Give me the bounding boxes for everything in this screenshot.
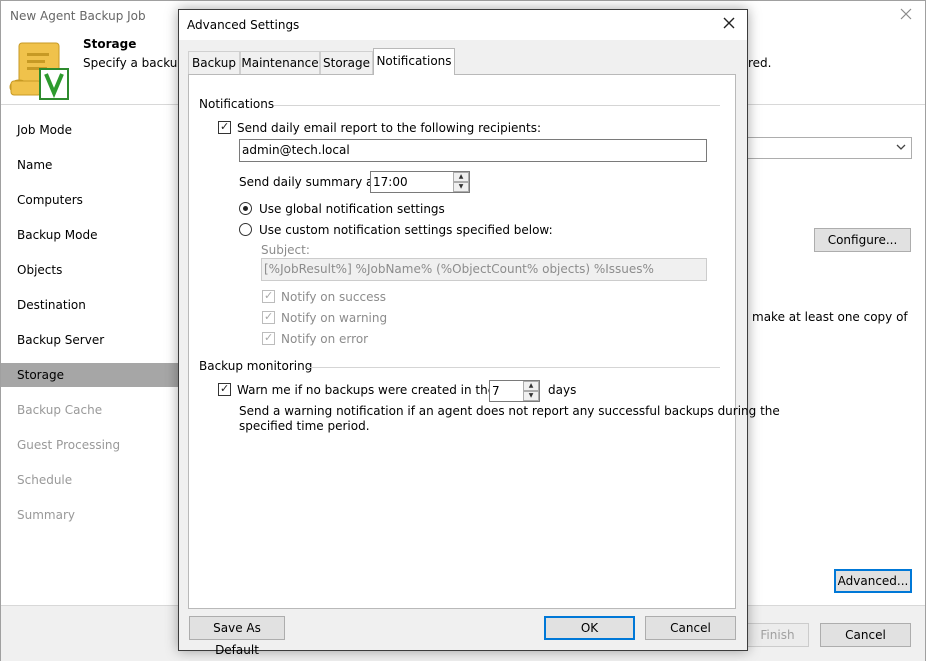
notify-error-label: Notify on error: [281, 332, 369, 346]
wizard-close-icon[interactable]: [899, 6, 915, 22]
tab-backup[interactable]: Backup: [188, 51, 240, 74]
notifications-group-label: Notifications: [199, 97, 275, 111]
spin-up-icon[interactable]: ▲: [523, 381, 539, 391]
sidebar-item-guest-processing[interactable]: Guest Processing: [1, 433, 179, 457]
step-description-tail: red.: [748, 56, 772, 70]
checkmark-icon: ✓: [264, 310, 274, 323]
sidebar-item-backup-mode[interactable]: Backup Mode: [1, 223, 179, 247]
spin-up-icon[interactable]: ▲: [453, 172, 469, 182]
tab-maintenance[interactable]: Maintenance: [240, 51, 320, 74]
save-as-default-button[interactable]: Save As Default: [189, 616, 285, 657]
sidebar-item-storage[interactable]: Storage: [1, 363, 179, 387]
dialog-close-icon[interactable]: [719, 14, 739, 34]
dialog-title: Advanced Settings: [187, 18, 300, 32]
sidebar-item-destination[interactable]: Destination: [1, 293, 179, 317]
wizard-sidebar: Job Mode Name Computers Backup Mode Objects D…: [1, 105, 179, 605]
step-title: Storage: [83, 37, 137, 51]
warn-days-value: 7: [492, 384, 500, 398]
advanced-settings-dialog: Advanced Settings Backup Maintenance Sto…: [178, 9, 780, 657]
notify-warning-label: Notify on warning: [281, 311, 388, 325]
dialog-titlebar: Advanced Settings: [179, 10, 747, 40]
dialog-cancel-button[interactable]: Cancel: [645, 616, 736, 640]
notifications-panel: Notifications ✓ Send daily email report …: [188, 74, 780, 609]
spin-down-icon[interactable]: ▼: [523, 391, 539, 401]
copy-info-text: make at least one copy of: [752, 310, 908, 324]
wizard-cancel-button[interactable]: Cancel: [820, 623, 911, 647]
warn-checkbox[interactable]: ✓: [218, 382, 231, 396]
storage-scroll-icon: [9, 41, 71, 101]
checkmark-icon: ✓: [264, 331, 274, 344]
tab-notifications[interactable]: Notifications: [373, 48, 455, 75]
sidebar-item-name[interactable]: Name: [1, 153, 179, 177]
finish-button[interactable]: Finish: [746, 623, 809, 647]
group-divider: [307, 367, 720, 368]
warn-description-line1: Send a warning notification if an agent …: [239, 404, 780, 418]
advanced-button[interactable]: Advanced...: [834, 569, 912, 593]
checkmark-icon: ✓: [220, 120, 230, 133]
wizard-title: New Agent Backup Job: [10, 9, 146, 23]
notify-success-checkbox[interactable]: ✓: [262, 289, 275, 303]
use-global-label: Use global notification settings: [259, 202, 445, 216]
summary-time-spinner[interactable]: 17:00 ▲ ▼: [370, 171, 470, 193]
checkmark-icon: ✓: [264, 289, 274, 302]
group-divider: [274, 105, 720, 106]
warn-label: Warn me if no backups were created in th…: [237, 383, 521, 397]
sidebar-item-job-mode[interactable]: Job Mode: [1, 118, 179, 142]
configure-button[interactable]: Configure...: [814, 228, 911, 252]
sidebar-item-schedule[interactable]: Schedule: [1, 468, 179, 492]
sidebar-item-backup-server[interactable]: Backup Server: [1, 328, 179, 352]
spin-down-icon[interactable]: ▼: [453, 182, 469, 192]
send-email-checkbox[interactable]: ✓: [218, 120, 231, 134]
use-custom-radio[interactable]: [239, 223, 252, 236]
warn-description-line2: specified time period.: [239, 419, 370, 433]
sidebar-item-backup-cache[interactable]: Backup Cache: [1, 398, 179, 422]
warn-days-spinner[interactable]: 7 ▲ ▼: [489, 380, 540, 402]
checkmark-icon: ✓: [220, 382, 230, 395]
chevron-down-icon: [896, 141, 906, 155]
use-custom-label: Use custom notification settings specifi…: [259, 223, 553, 237]
notify-success-label: Notify on success: [281, 290, 386, 304]
send-email-label: Send daily email report to the following…: [237, 121, 542, 135]
backup-repository-dropdown[interactable]: [746, 137, 912, 159]
recipients-input[interactable]: admin@tech.local: [239, 139, 707, 162]
tab-storage[interactable]: Storage: [320, 51, 373, 74]
summary-time-label: Send daily summary at:: [239, 175, 383, 189]
ok-button[interactable]: OK: [544, 616, 635, 640]
days-label: days: [548, 383, 577, 397]
sidebar-item-objects[interactable]: Objects: [1, 258, 179, 282]
subject-input[interactable]: [%JobResult%] %JobName% (%ObjectCount% o…: [261, 258, 707, 281]
notify-warning-checkbox[interactable]: ✓: [262, 310, 275, 324]
summary-time-value: 17:00: [373, 175, 408, 189]
subject-label: Subject:: [261, 243, 310, 257]
sidebar-item-computers[interactable]: Computers: [1, 188, 179, 212]
monitoring-group-label: Backup monitoring: [199, 359, 313, 373]
sidebar-item-summary[interactable]: Summary: [1, 503, 179, 527]
notify-error-checkbox[interactable]: ✓: [262, 331, 275, 345]
use-global-radio[interactable]: [239, 202, 252, 215]
